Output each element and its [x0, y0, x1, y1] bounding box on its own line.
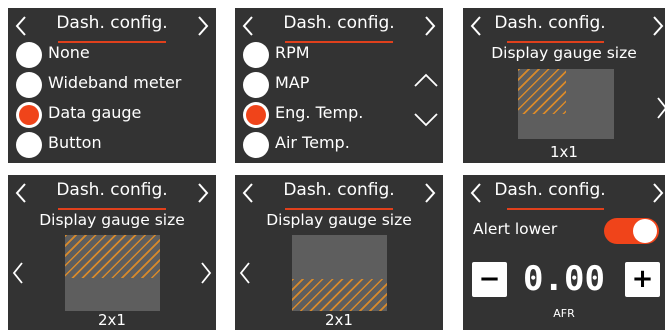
header: Dash. config. [235, 175, 443, 213]
screen-title: Dash. config. [283, 13, 395, 33]
radio-button[interactable] [16, 132, 42, 158]
screen-title: Dash. config. [56, 180, 168, 200]
screen-title: Dash. config. [494, 13, 606, 33]
screen-title: Dash. config. [56, 13, 168, 33]
header: Dash. config. [8, 8, 216, 46]
gauge-size-heading: Display gauge size [266, 211, 412, 229]
header: Dash. config. [463, 175, 665, 213]
alert-lower-label: Alert lower [473, 220, 558, 238]
option-label: Air Temp. [275, 133, 350, 152]
gauge-size-heading: Display gauge size [491, 44, 637, 62]
gauge-size-label: 1x1 [550, 143, 578, 161]
radio-button-selected[interactable] [243, 102, 269, 128]
title-underline [507, 208, 605, 210]
screen-alert-config: Dash. config. Alert lower − 0.00 + AFR [463, 175, 665, 330]
toggle-knob [633, 219, 657, 243]
radio-button[interactable] [243, 42, 269, 68]
radio-button[interactable] [16, 72, 42, 98]
radio-button[interactable] [243, 72, 269, 98]
option-label: Wideband meter [48, 73, 182, 92]
title-underline [284, 208, 394, 210]
increment-button[interactable]: + [625, 262, 660, 297]
radio-button[interactable] [243, 132, 269, 158]
radio-button[interactable] [16, 42, 42, 68]
option-label: MAP [275, 73, 310, 92]
gauge-size-label: 2x1 [325, 311, 353, 329]
header: Dash. config. [463, 8, 665, 46]
chevron-right-icon[interactable] [199, 261, 213, 285]
gauge-size-highlight [65, 235, 160, 278]
chevron-down-icon[interactable] [413, 112, 439, 128]
gauge-size-label: 2x1 [98, 311, 126, 329]
screen-display-type: Dash. config. None Wideband meter Data g… [8, 8, 216, 163]
option-label: None [48, 43, 90, 62]
alert-lower-toggle[interactable] [604, 218, 659, 244]
header: Dash. config. [235, 8, 443, 46]
gauge-size-highlight [292, 279, 387, 311]
option-label: RPM [275, 43, 310, 62]
screen-gauge-size-1x1: Dash. config. Display gauge size 1x1 [463, 8, 665, 163]
gauge-size-highlight [518, 69, 566, 114]
option-label: Eng. Temp. [275, 103, 364, 122]
chevron-left-icon[interactable] [11, 261, 25, 285]
option-label: Button [48, 133, 102, 152]
screen-title: Dash. config. [494, 180, 606, 200]
screen-gauge-size-2x1-bottom: Dash. config. Display gauge size 2x1 [235, 175, 443, 330]
radio-button-selected[interactable] [16, 102, 42, 128]
chevron-right-icon[interactable] [419, 182, 439, 204]
title-underline [507, 41, 605, 43]
unit-label: AFR [553, 307, 575, 320]
chevron-right-icon[interactable] [647, 15, 665, 37]
chevron-right-icon[interactable] [647, 182, 665, 204]
screen-title: Dash. config. [283, 180, 395, 200]
chevron-right-icon[interactable] [419, 15, 439, 37]
chevron-up-icon[interactable] [413, 72, 439, 88]
screen-gauge-data: Dash. config. RPM MAP Eng. Temp. Air Tem… [235, 8, 443, 163]
header: Dash. config. [8, 175, 216, 213]
screen-gauge-size-2x1-top: Dash. config. Display gauge size 2x1 [8, 175, 216, 330]
chevron-right-icon[interactable] [192, 15, 212, 37]
chevron-right-icon[interactable] [655, 96, 665, 120]
option-label: Data gauge [48, 103, 142, 122]
chevron-right-icon[interactable] [192, 182, 212, 204]
chevron-left-icon[interactable] [238, 261, 252, 285]
gauge-size-heading: Display gauge size [39, 211, 185, 229]
title-underline [57, 208, 167, 210]
